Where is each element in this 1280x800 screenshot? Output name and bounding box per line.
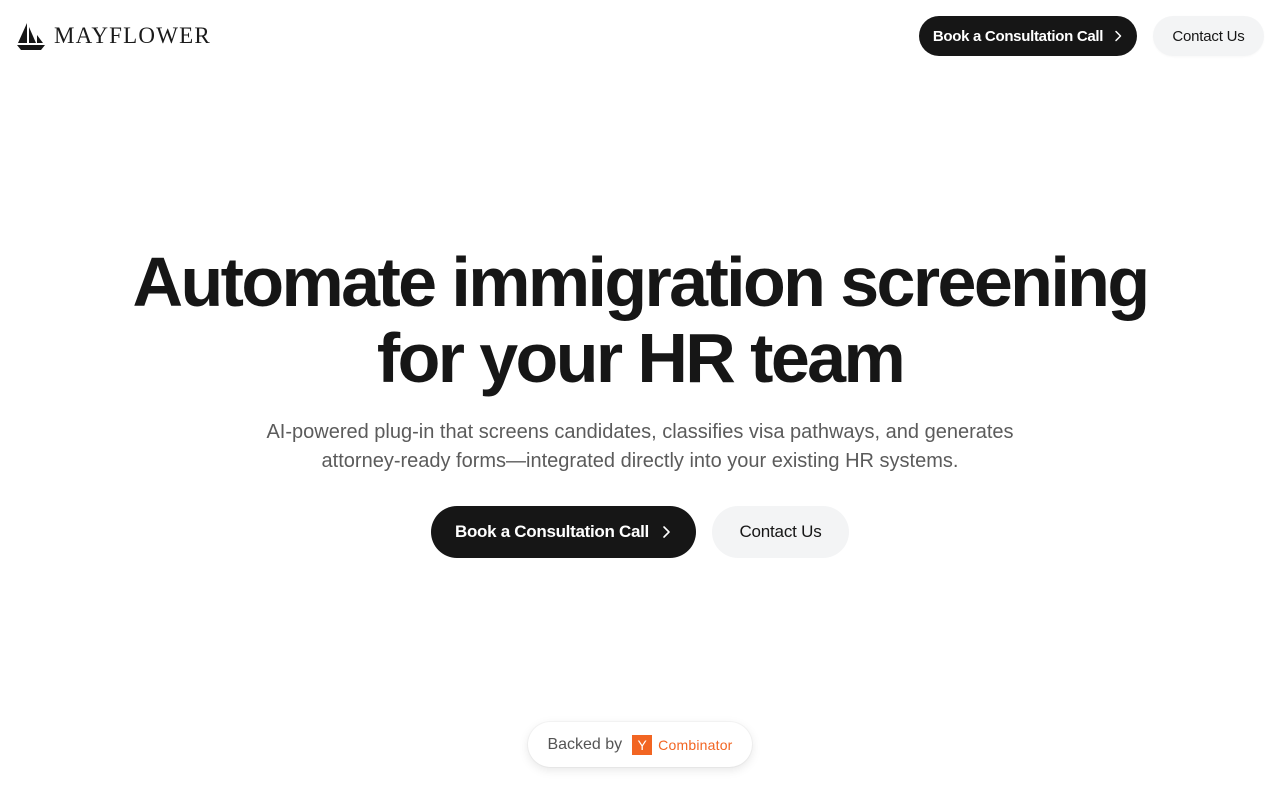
chevron-right-icon bbox=[1115, 30, 1122, 42]
y-combinator-icon: Y bbox=[632, 734, 653, 755]
chevron-right-icon bbox=[663, 526, 670, 538]
y-combinator-name: Combinator bbox=[658, 736, 733, 753]
brand-logo-link[interactable]: MAYFLOWER bbox=[16, 20, 211, 52]
site-header: MAYFLOWER Book a Consultation Call Conta… bbox=[0, 0, 1280, 72]
book-consultation-label: Book a Consultation Call bbox=[932, 27, 1104, 45]
landing-page: MAYFLOWER Book a Consultation Call Conta… bbox=[0, 0, 1280, 800]
hero-subtitle-line-1: AI-powered plug-in that screens candidat… bbox=[266, 421, 1014, 443]
hero-subtitle-line-2: attorney-ready forms—integrated directly… bbox=[321, 450, 959, 472]
book-consultation-label: Book a Consultation Call bbox=[455, 522, 649, 541]
hero-title-line-2: for your HR team bbox=[376, 319, 906, 397]
hero-subtitle: AI-powered plug-in that screens candidat… bbox=[0, 418, 1280, 476]
book-consultation-button-header[interactable]: Book a Consultation Call bbox=[919, 16, 1137, 56]
contact-us-button-header[interactable]: Contact Us bbox=[1153, 16, 1264, 56]
ship-icon bbox=[17, 23, 45, 50]
backed-by-label: Backed by bbox=[547, 735, 623, 753]
hero-title-line-1: Automate immigration screening bbox=[132, 243, 1151, 321]
contact-us-button-hero[interactable]: Contact Us bbox=[712, 506, 849, 558]
backed-by-badge: Backed by Y Combinator bbox=[528, 722, 752, 767]
book-consultation-button-hero[interactable]: Book a Consultation Call bbox=[431, 506, 696, 558]
brand-name: MAYFLOWER bbox=[54, 23, 211, 48]
hero-title: Automate immigration screening for your … bbox=[0, 244, 1280, 396]
y-combinator-logo: Y Combinator bbox=[632, 734, 733, 755]
